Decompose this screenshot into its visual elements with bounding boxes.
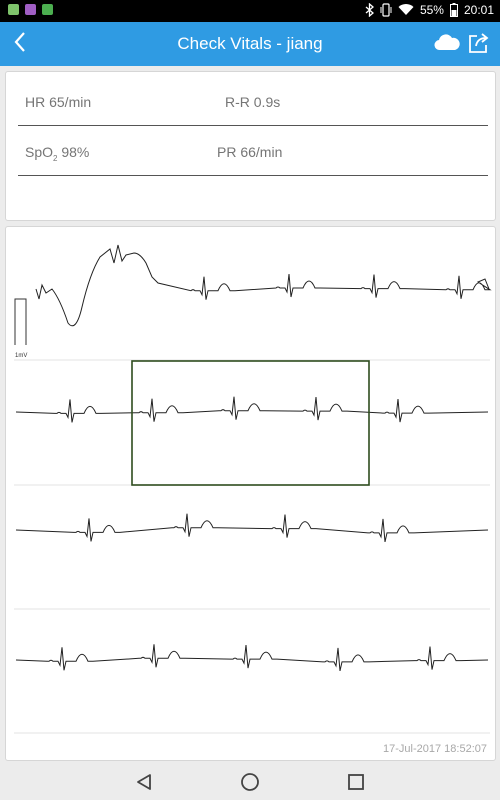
ecg-waveform-panel: 1mV 17-Jul-2017 18:52:07 bbox=[5, 226, 496, 761]
cloud-icon bbox=[434, 34, 460, 55]
nav-home-button[interactable] bbox=[238, 772, 262, 797]
vibrate-icon bbox=[380, 3, 392, 17]
bluetooth-icon bbox=[365, 3, 374, 17]
triangle-back-icon bbox=[136, 773, 152, 796]
nav-recents-button[interactable] bbox=[344, 773, 368, 795]
vitals-card: HR 65/min R-R 0.9s SpO2 98% PR 66/min bbox=[5, 71, 496, 221]
spo2-value: SpO2 98% bbox=[25, 144, 90, 163]
divider bbox=[18, 125, 488, 126]
divider bbox=[18, 175, 488, 176]
status-bar: 55% 20:01 bbox=[0, 0, 500, 22]
calibration-pulse bbox=[14, 298, 27, 345]
rr-interval-value: R-R 0.9s bbox=[225, 94, 281, 110]
ecg-trace-lead-3 bbox=[15, 513, 489, 543]
square-recents-icon bbox=[347, 773, 365, 796]
share-icon bbox=[468, 33, 490, 58]
navigation-bar bbox=[0, 768, 500, 800]
calibration-label: 1mV bbox=[15, 353, 27, 359]
notification-app-icon bbox=[25, 4, 36, 15]
nav-back-button[interactable] bbox=[132, 773, 156, 795]
circle-home-icon bbox=[240, 772, 260, 797]
notification-app-icon bbox=[8, 4, 19, 15]
ecg-waveform-chart: 1mV bbox=[14, 244, 492, 734]
ecg-trace-lead-1 bbox=[35, 244, 492, 327]
selection-box[interactable] bbox=[131, 360, 370, 486]
heart-rate-value: HR 65/min bbox=[25, 94, 92, 110]
share-button[interactable] bbox=[468, 32, 490, 59]
battery-icon bbox=[449, 3, 458, 17]
pulse-rate-value: PR 66/min bbox=[217, 144, 283, 160]
cloud-upload-button[interactable] bbox=[434, 33, 460, 56]
clock-time: 20:01 bbox=[463, 3, 494, 17]
wifi-icon bbox=[398, 4, 414, 16]
page-title: Check Vitals - jiang bbox=[177, 34, 323, 53]
recording-timestamp: 17-Jul-2017 18:52:07 bbox=[383, 743, 487, 755]
notification-app-icon bbox=[42, 4, 53, 15]
battery-percent: 55% bbox=[419, 3, 444, 17]
app-header: Check Vitals - jiang bbox=[0, 22, 500, 66]
ecg-trace-lead-4 bbox=[15, 644, 489, 672]
ecg-trace-lead-2 bbox=[15, 396, 489, 423]
